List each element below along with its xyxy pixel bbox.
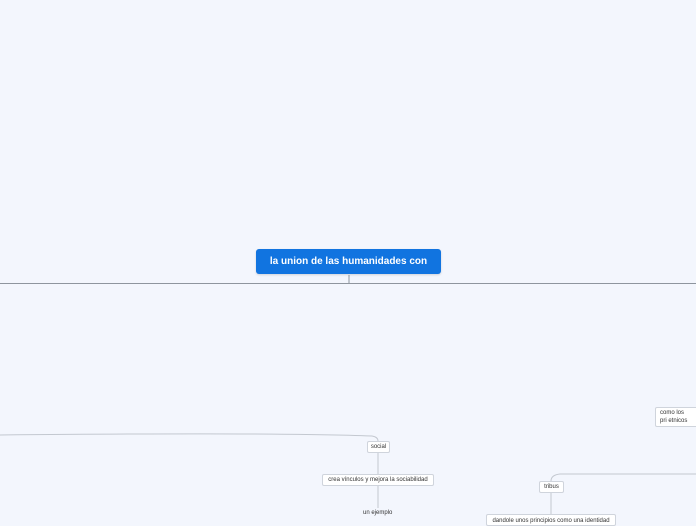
root-topic[interactable]: la union de las humanidades con — [256, 249, 441, 274]
topic-un-ejemplo[interactable]: un ejemplo — [363, 509, 392, 517]
topic-social-label: social — [370, 444, 387, 450]
topic-social[interactable]: social — [367, 441, 390, 453]
topic-como-los-etnicos-label: como los pri etnicos — [660, 410, 688, 424]
topic-un-ejemplo-label: un ejemplo — [363, 510, 393, 516]
topic-crea-vinculos-label: crea vínculos y mejora la sociabilidad — [328, 477, 428, 483]
topic-crea-vinculos[interactable]: crea vínculos y mejora la sociabilidad — [322, 474, 434, 486]
topic-tribus-label: tribus — [544, 484, 559, 490]
tribus-branch-connector — [550, 473, 696, 482]
topic-dandole-principios-label: dandole unos principios como una identid… — [492, 518, 610, 524]
root-topic-label: la union de las humanidades con — [269, 256, 428, 267]
social-branch-connector — [0, 433, 379, 442]
topic-como-los-etnicos[interactable]: como los pri etnicos — [655, 407, 696, 427]
topic-dandole-principios[interactable]: dandole unos principios como una identid… — [486, 514, 616, 526]
topic-tribus[interactable]: tribus — [539, 481, 564, 493]
